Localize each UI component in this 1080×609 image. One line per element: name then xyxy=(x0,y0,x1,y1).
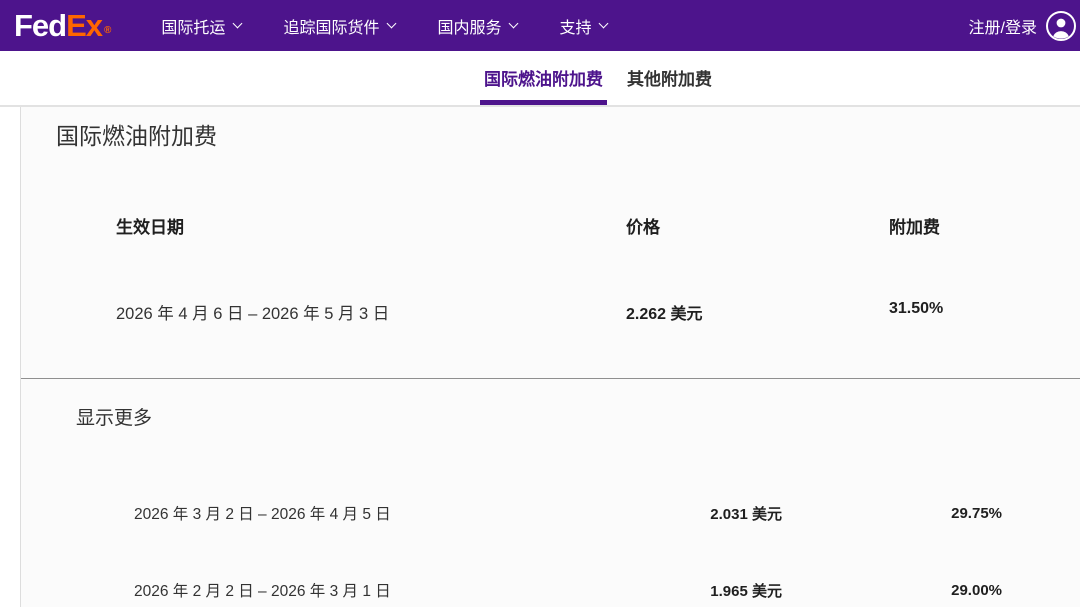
show-more-toggle[interactable]: 显示更多 xyxy=(76,403,152,430)
nav-item-track-international-shipment[interactable]: 追踪国际货件 xyxy=(283,14,395,38)
price-value: 1.965 美元 xyxy=(710,580,782,601)
surcharge-tab-bar: 国际燃油附加费 其他附加费 xyxy=(0,51,1080,107)
section-divider xyxy=(21,378,1080,379)
table-row: 2026 年 2 月 2 日 – 2026 年 3 月 1 日 1.965 美元… xyxy=(134,579,1002,601)
logo-ex-text: Ex xyxy=(66,8,102,43)
tab-international-fuel-surcharge[interactable]: 国际燃油附加费 xyxy=(480,51,607,105)
registered-trademark-icon: ® xyxy=(104,25,111,36)
logo-fed-text: Fed xyxy=(14,8,66,43)
table-header-row: 生效日期 价格 附加费 xyxy=(116,213,1080,238)
nav-item-label: 国际托运 xyxy=(161,14,225,38)
chevron-down-icon xyxy=(233,18,243,28)
surcharge-value: 29.75% xyxy=(782,505,1002,522)
register-login-link[interactable]: 注册/登录 xyxy=(969,14,1037,38)
fuel-surcharge-panel: 国际燃油附加费 生效日期 价格 附加费 2026 年 4 月 6 日 – 202… xyxy=(20,107,1080,607)
row-lead: 2026 年 2 月 2 日 – 2026 年 3 月 1 日 1.965 美元 xyxy=(134,579,782,601)
nav-item-label: 支持 xyxy=(559,14,591,38)
nav-item-label: 国内服务 xyxy=(437,14,501,38)
nav-item-international-shipping[interactable]: 国际托运 xyxy=(161,14,241,38)
effective-date-value: 2026 年 3 月 2 日 – 2026 年 4 月 5 日 xyxy=(134,502,391,524)
nav-item-domestic-services[interactable]: 国内服务 xyxy=(437,14,517,38)
chevron-down-icon xyxy=(387,18,397,28)
tab-other-surcharges[interactable]: 其他附加费 xyxy=(623,51,716,105)
page-title: 国际燃油附加费 xyxy=(21,107,1080,151)
effective-date-value: 2026 年 2 月 2 日 – 2026 年 3 月 1 日 xyxy=(134,579,391,601)
nav-item-label: 追踪国际货件 xyxy=(283,14,379,38)
nav-item-support[interactable]: 支持 xyxy=(559,14,607,38)
main-nav: 国际托运 追踪国际货件 国内服务 支持 xyxy=(161,14,607,38)
tab-label: 其他附加费 xyxy=(627,65,712,90)
auth-area: 注册/登录 xyxy=(969,10,1080,42)
fedex-logo[interactable]: FedEx® xyxy=(14,10,111,41)
user-account-icon[interactable] xyxy=(1045,10,1077,42)
table-row: 2026 年 4 月 6 日 – 2026 年 5 月 3 日 2.262 美元… xyxy=(116,300,1080,324)
tab-label: 国际燃油附加费 xyxy=(484,65,603,90)
price-value: 2.031 美元 xyxy=(710,503,782,524)
chevron-down-icon xyxy=(509,18,519,28)
top-nav-bar: FedEx® 国际托运 追踪国际货件 国内服务 支持 注册/登录 xyxy=(0,0,1080,51)
column-header-effective-date: 生效日期 xyxy=(116,213,626,238)
price-value: 2.262 美元 xyxy=(626,300,889,324)
effective-date-value: 2026 年 4 月 6 日 – 2026 年 5 月 3 日 xyxy=(116,300,626,324)
column-header-price: 价格 xyxy=(626,213,889,238)
column-header-surcharge: 附加费 xyxy=(889,213,1080,238)
surcharge-value: 29.00% xyxy=(782,582,1002,599)
row-lead: 2026 年 3 月 2 日 – 2026 年 4 月 5 日 2.031 美元 xyxy=(134,502,782,524)
chevron-down-icon xyxy=(599,18,609,28)
surcharge-value: 31.50% xyxy=(889,300,1080,324)
table-row: 2026 年 3 月 2 日 – 2026 年 4 月 5 日 2.031 美元… xyxy=(134,502,1002,524)
